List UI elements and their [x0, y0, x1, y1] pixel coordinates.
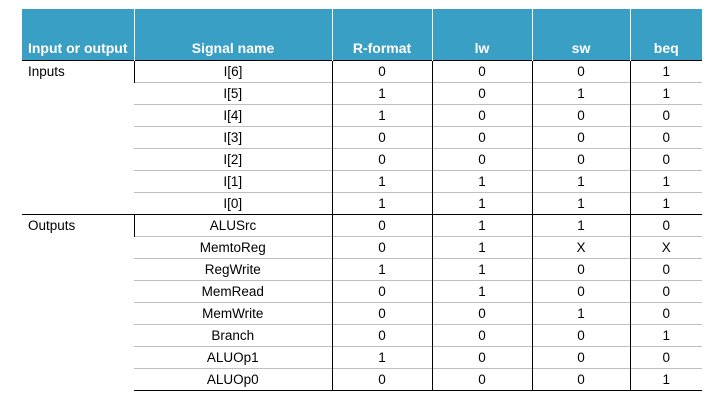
- header-signal-name: Signal name: [134, 9, 333, 61]
- signal-cell: I[2]: [134, 148, 332, 171]
- value-cell: X: [629, 236, 702, 259]
- value-cell: 0: [431, 368, 532, 391]
- value-cell: 0: [331, 302, 432, 325]
- value-cell: 1: [531, 170, 630, 193]
- signal-cell: I[3]: [134, 126, 332, 149]
- signal-cell: Branch: [134, 324, 332, 347]
- value-cell: 0: [331, 214, 432, 237]
- value-cell: 1: [531, 82, 630, 105]
- group-label-outputs: Outputs: [22, 214, 134, 391]
- value-cell: 0: [531, 346, 630, 369]
- value-cell: 1: [629, 60, 702, 83]
- value-cell: 0: [431, 324, 532, 347]
- value-cell: 1: [431, 280, 532, 303]
- header-row: Input or output Signal name R-format lw …: [22, 9, 702, 61]
- signal-cell: RegWrite: [134, 258, 332, 281]
- value-cell: 1: [431, 236, 532, 259]
- value-cell: 1: [431, 192, 532, 215]
- signal-cell: ALUOp0: [134, 368, 332, 391]
- value-cell: 1: [629, 368, 702, 391]
- value-cell: 0: [629, 258, 702, 281]
- value-cell: 0: [531, 126, 630, 149]
- value-cell: 0: [531, 104, 630, 127]
- value-cell: 0: [431, 302, 532, 325]
- signal-cell: I[0]: [134, 192, 332, 215]
- value-cell: 1: [331, 346, 432, 369]
- control-signal-table: Input or output Signal name R-format lw …: [22, 9, 702, 391]
- value-cell: 0: [331, 148, 432, 171]
- header-input-or-output: Input or output: [22, 9, 135, 61]
- signal-cell: I[4]: [134, 104, 332, 127]
- value-cell: 1: [431, 170, 532, 193]
- value-cell: 0: [629, 148, 702, 171]
- value-cell: 1: [331, 258, 432, 281]
- signal-cell: I[6]: [133, 60, 332, 83]
- value-cell: 1: [629, 192, 702, 215]
- value-cell: 0: [531, 148, 630, 171]
- value-cell: 0: [331, 280, 432, 303]
- value-cell: 1: [629, 170, 702, 193]
- value-cell: 1: [431, 258, 532, 281]
- value-cell: 0: [331, 60, 432, 83]
- value-cell: 1: [629, 324, 702, 347]
- value-cell: 0: [431, 82, 532, 105]
- value-cell: 0: [331, 368, 432, 391]
- value-cell: 0: [629, 214, 702, 237]
- value-cell: 0: [629, 104, 702, 127]
- header-sw: sw: [532, 9, 631, 61]
- value-cell: 0: [431, 126, 532, 149]
- value-cell: 0: [431, 148, 532, 171]
- header-beq: beq: [630, 9, 702, 61]
- signal-cell: ALUOp1: [134, 346, 332, 369]
- table-row: Outputs ALUSrc 0 1 1 0: [22, 214, 702, 391]
- value-cell: 1: [431, 214, 532, 237]
- signal-cell: MemWrite: [134, 302, 332, 325]
- value-cell: 1: [331, 192, 432, 215]
- value-cell: 0: [531, 324, 630, 347]
- group-label-inputs: Inputs: [22, 60, 134, 215]
- value-cell: 0: [331, 126, 432, 149]
- value-cell: 0: [431, 60, 532, 83]
- header-lw: lw: [432, 9, 533, 61]
- table-row: Inputs I[6] 0 0 0 1: [22, 60, 702, 215]
- header-r-format: R-format: [332, 9, 433, 61]
- value-cell: 0: [531, 368, 630, 391]
- value-cell: 0: [331, 324, 432, 347]
- value-cell: X: [531, 236, 630, 259]
- value-cell: 0: [531, 60, 630, 83]
- signal-cell: I[1]: [134, 170, 332, 193]
- value-cell: 1: [331, 82, 432, 105]
- signal-cell: I[5]: [134, 82, 332, 105]
- value-cell: 0: [629, 280, 702, 303]
- value-cell: 0: [331, 236, 432, 259]
- signal-cell: MemRead: [134, 280, 332, 303]
- value-cell: 0: [431, 346, 532, 369]
- value-cell: 0: [629, 302, 702, 325]
- value-cell: 1: [531, 214, 630, 237]
- value-cell: 0: [531, 258, 630, 281]
- value-cell: 0: [431, 104, 532, 127]
- value-cell: 1: [629, 82, 702, 105]
- value-cell: 1: [331, 104, 432, 127]
- value-cell: 0: [629, 346, 702, 369]
- value-cell: 0: [531, 280, 630, 303]
- signal-cell: MemtoReg: [134, 236, 332, 259]
- value-cell: 0: [629, 126, 702, 149]
- value-cell: 1: [531, 302, 630, 325]
- value-cell: 1: [531, 192, 630, 215]
- signal-cell: ALUSrc: [133, 214, 332, 237]
- value-cell: 1: [331, 170, 432, 193]
